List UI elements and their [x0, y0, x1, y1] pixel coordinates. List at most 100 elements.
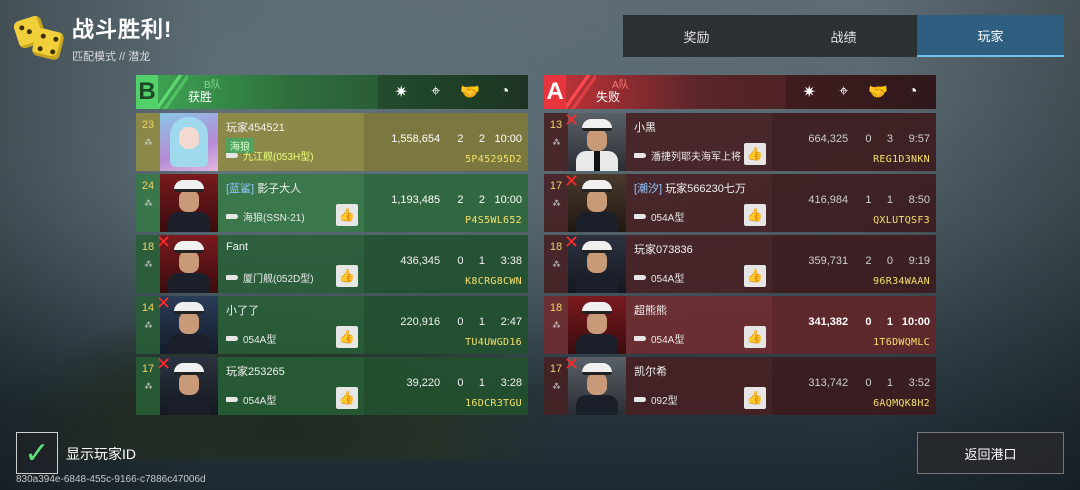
- ship-class-icon: [634, 275, 646, 280]
- kills-value: 0: [865, 316, 872, 328]
- like-button[interactable]: 👍: [744, 326, 766, 348]
- like-button[interactable]: 👍: [336, 387, 358, 409]
- rank-insignia-icon: ⁂: [552, 199, 561, 208]
- thumbs-up-icon: 👍: [746, 390, 764, 405]
- player-row[interactable]: 13 ⁂ ✕ 小黑 潘捷列耶夫海军上将 👍 664,325 0 3 9:57 REG1D3NKN: [544, 111, 936, 171]
- player-name: Fant: [226, 241, 249, 253]
- player-stats: 359,731 2 0 9:19 96R34WAAN: [772, 235, 936, 293]
- player-row[interactable]: 23 ⁂ 玩家454521 海狼 九江舰(053H型) 1,558,654 2 2 10:00 5…: [136, 113, 528, 171]
- damage-value: 436,345: [400, 255, 441, 267]
- player-avatar[interactable]: [160, 174, 218, 232]
- kills-value: 0: [865, 377, 872, 389]
- kills-value: 2: [457, 194, 464, 206]
- dice-icon: [12, 14, 66, 62]
- battle-result-title: 战斗胜利!: [72, 17, 173, 42]
- player-id: 5P45295D2: [465, 154, 522, 165]
- player-id: REG1D3NKN: [873, 154, 930, 165]
- assists-value: 0: [886, 255, 893, 267]
- tab-players[interactable]: 玩家: [917, 15, 1064, 57]
- crosshair-icon: ⌖: [431, 83, 441, 100]
- team-a-panel: A A队 失败 ✷ ⌖ 🤝 ◔ 13 ⁂ ✕ 小黑 潘捷列耶夫海军上将 👍 664,325 0…: [544, 75, 936, 418]
- like-button[interactable]: 👍: [744, 143, 766, 165]
- player-name: 玩家073836: [634, 244, 693, 256]
- like-button[interactable]: 👍: [336, 326, 358, 348]
- show-player-id-checkbox[interactable]: ✓: [16, 432, 58, 474]
- guild-tag: [潮汐]: [634, 183, 663, 195]
- player-avatar[interactable]: [160, 113, 218, 171]
- player-row[interactable]: 14 ⁂ ✕ 小了了 054A型 👍 220,916 0 1 2:47 TU4UWGD16: [136, 294, 528, 354]
- like-button[interactable]: 👍: [336, 265, 358, 287]
- ship-name: 潘捷列耶夫海军上将: [634, 148, 741, 163]
- kills-value: 2: [865, 255, 872, 267]
- kills-value: 0: [457, 377, 464, 389]
- match-mode-line: 匹配模式 // 潜龙: [72, 51, 151, 63]
- player-name: 凯尔希: [634, 366, 667, 378]
- thumbs-up-icon: 👍: [746, 329, 764, 344]
- player-row[interactable]: 18 ⁂ ✕ Fant 厦门舰(052D型) 👍 436,345 0 1 3:38 K8CRG8CW…: [136, 233, 528, 293]
- player-id: K8CRG8CWN: [465, 276, 522, 287]
- destroyed-x-icon: ✕: [564, 110, 580, 130]
- player-avatar[interactable]: ✕: [564, 111, 626, 171]
- player-stats: 39,220 0 1 3:28 16DCR3TGU: [364, 357, 528, 415]
- thumbs-up-icon: 👍: [746, 268, 764, 283]
- player-id: 6AQMQK8H2: [873, 398, 930, 409]
- assists-value: 1: [886, 194, 893, 206]
- player-row[interactable]: 17 ⁂ ✕ 玩家253265 054A型 👍 39,220 0 1 3:28 16DCR3TGU: [136, 355, 528, 415]
- ship-class-icon: [226, 214, 238, 219]
- player-level: 18 ⁂: [549, 302, 563, 330]
- damage-icon: ✷: [394, 84, 408, 101]
- player-avatar[interactable]: ✕: [156, 294, 218, 354]
- player-avatar[interactable]: ✕: [564, 233, 626, 293]
- player-avatar[interactable]: ✕: [156, 355, 218, 415]
- ship-class-icon: [634, 397, 646, 402]
- like-button[interactable]: 👍: [744, 265, 766, 287]
- tab-rewards[interactable]: 奖励: [623, 15, 770, 57]
- player-row[interactable]: 18 ⁂ 超熊熊 054A型 👍 341,382 0 1 10:00 1T6DWQMLC: [544, 296, 936, 354]
- crosshair-icon: ⌖: [839, 83, 849, 100]
- assists-value: 1: [478, 255, 485, 267]
- survival-time-value: 9:19: [908, 255, 931, 267]
- ship-name: 054A型: [634, 209, 684, 224]
- destroyed-x-icon: ✕: [564, 354, 580, 374]
- damage-icon: ✷: [802, 84, 816, 101]
- team-b-result: 获胜: [188, 89, 213, 104]
- ship-name: 海狼(SSN-21): [226, 209, 305, 224]
- return-to-port-button[interactable]: 返回港口: [917, 432, 1064, 474]
- player-row[interactable]: 24 ⁂ [蓝鲨] 影子大人 海狼(SSN-21) 👍 1,193,485 2 2 10:00 P…: [136, 174, 528, 232]
- player-row[interactable]: 17 ⁂ ✕ 凯尔希 092型 👍 313,742 0 1 3:52 6AQMQK8H2: [544, 355, 936, 415]
- player-row[interactable]: 17 ⁂ ✕ [潮汐] 玩家566230七万 054A型 👍 416,984 1 1 8:50 QX…: [544, 172, 936, 232]
- survival-time-value: 10:00: [901, 316, 931, 328]
- player-avatar[interactable]: ✕: [564, 355, 626, 415]
- ship-name: 054A型: [226, 392, 276, 407]
- player-avatar[interactable]: ✕: [156, 233, 218, 293]
- player-id: 16DCR3TGU: [465, 398, 522, 409]
- tab-record[interactable]: 战绩: [770, 15, 917, 57]
- damage-value: 416,984: [808, 194, 849, 206]
- rank-insignia-icon: ⁂: [144, 138, 153, 147]
- player-avatar[interactable]: [568, 296, 626, 354]
- player-row[interactable]: 18 ⁂ ✕ 玩家073836 054A型 👍 359,731 2 0 9:19 96R34WAAN: [544, 233, 936, 293]
- damage-value: 1,193,485: [391, 194, 441, 206]
- battle-uuid: 830a394e-6848-455c-9166-c7886c47006d: [16, 474, 206, 485]
- kills-value: 1: [865, 194, 872, 206]
- survival-time-value: 3:28: [500, 377, 523, 389]
- guild-tag: [蓝鲨]: [226, 183, 255, 195]
- rank-insignia-icon: ⁂: [144, 382, 153, 391]
- damage-value: 664,325: [808, 133, 849, 145]
- survival-time-value: 10:00: [494, 194, 523, 206]
- handshake-icon: 🤝: [460, 84, 481, 101]
- survival-time-value: 3:38: [500, 255, 523, 267]
- checkmark-icon: ✓: [24, 436, 50, 470]
- like-button[interactable]: 👍: [744, 387, 766, 409]
- ship-name: 054A型: [226, 331, 276, 346]
- damage-value: 341,382: [808, 316, 849, 328]
- like-button[interactable]: 👍: [336, 204, 358, 226]
- rank-insignia-icon: ⁂: [144, 321, 153, 330]
- destroyed-x-icon: ✕: [156, 232, 172, 252]
- team-b-letter: B: [136, 75, 158, 109]
- like-button[interactable]: 👍: [744, 204, 766, 226]
- player-avatar[interactable]: ✕: [564, 172, 626, 232]
- ship-class-icon: [226, 397, 238, 402]
- player-stats: 220,916 0 1 2:47 TU4UWGD16: [364, 296, 528, 354]
- team-a-header: A A队 失败 ✷ ⌖ 🤝 ◔: [544, 75, 936, 109]
